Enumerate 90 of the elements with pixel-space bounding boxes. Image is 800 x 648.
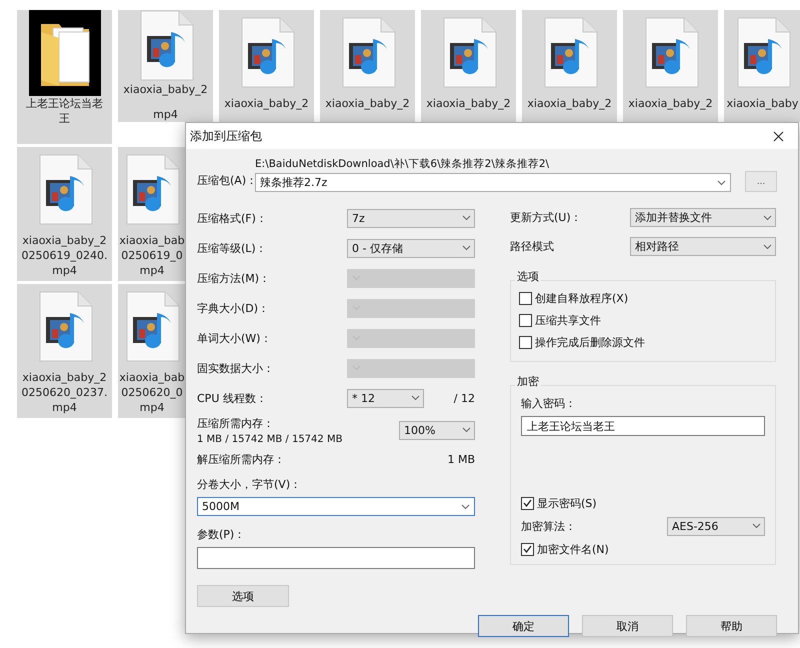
file-name: mp4 <box>140 400 164 415</box>
field-label: 固实数据大小： <box>197 360 275 376</box>
dropdown[interactable]: 0 - 仅存储 <box>347 238 475 258</box>
dropdown[interactable]: 添加并替换文件 <box>630 208 776 227</box>
checkbox[interactable]: 压缩共享文件 <box>519 309 767 331</box>
file-tile[interactable]: xiaoxia_bab 0250620_0 mp4 <box>118 284 186 418</box>
file-name: xiaoxia_baby_2 <box>22 370 107 385</box>
file-name: 王 <box>59 111 70 126</box>
field-label: 路径模式 <box>510 239 555 254</box>
file-name: xiaoxia_bab <box>119 370 185 385</box>
file-tile[interactable]: xiaoxia_baby_2 <box>421 10 516 122</box>
chevron-down-icon <box>461 504 470 510</box>
dialog-button[interactable]: 确定 <box>478 615 569 637</box>
options-button[interactable]: 选项 <box>197 585 289 607</box>
file-name: xiaoxia_baby_2 <box>628 96 713 111</box>
file-name: xiaoxia_baby_2 <box>426 96 511 111</box>
file-name: 0250620_0 <box>121 385 183 400</box>
dropdown[interactable]: * 12 <box>347 388 424 408</box>
field-label: CPU 线程数： <box>197 390 268 406</box>
field-label: 输入密码： <box>521 396 577 411</box>
dropdown[interactable]: 相对路径 <box>630 237 776 256</box>
parameters-field[interactable] <box>197 547 475 569</box>
check-icon <box>523 499 532 507</box>
file-tile[interactable]: xiaoxia_baby <box>724 10 800 122</box>
file-name: mp4 <box>52 400 77 415</box>
chevron-down-icon <box>763 214 772 220</box>
chevron-down-icon <box>462 245 471 251</box>
dropdown[interactable]: AES-256 <box>667 516 765 536</box>
dialog-button[interactable]: 取消 <box>582 615 673 637</box>
chevron-down-icon <box>763 244 772 250</box>
check-icon <box>523 545 532 553</box>
chevron-down-icon <box>462 215 471 221</box>
file-name: 上老王论坛当老 <box>26 96 103 111</box>
checkbox[interactable]: 创建自释放程序(X) <box>519 287 767 309</box>
file-tile[interactable]: xiaoxia_baby_2 <box>522 10 617 122</box>
dropdown[interactable]: 100% <box>399 420 475 440</box>
close-icon <box>772 130 784 142</box>
file-name: 0250620_0237. <box>22 385 108 400</box>
field-label: 字典大小(D)： <box>197 300 270 316</box>
field-label: 压缩方法(M)： <box>197 270 272 286</box>
field-label: 更新方式(U)： <box>510 210 583 225</box>
archive-path: E:\BaiduNetdiskDownload\补\下载6\辣条推荐2\辣条推荐2\ <box>255 157 550 171</box>
file-name: 0250619_0 <box>121 248 183 263</box>
file-name: mp4 <box>140 263 164 278</box>
window-title: 添加到压缩包 <box>190 128 262 144</box>
chevron-down-icon <box>752 523 761 529</box>
file-tile[interactable]: xiaoxia_baby_2 0250620_0237. mp4 <box>17 284 112 418</box>
file-tile[interactable]: 上老王论坛当老 王 <box>17 10 112 144</box>
volume-size-field[interactable]: 5000M <box>197 497 475 516</box>
file-name: xiaoxia_baby_2 <box>224 96 309 111</box>
dropdown[interactable]: 7z <box>347 208 475 228</box>
password-field[interactable]: 上老王论坛当老王 <box>521 416 765 436</box>
chevron-down-icon <box>717 180 726 186</box>
file-tile[interactable]: xiaoxia_baby_2 <box>320 10 415 122</box>
field-label: 分卷大小，字节(V)： <box>197 477 302 492</box>
group-title: 加密 <box>515 374 541 389</box>
checkbox[interactable]: 操作完成后删除源文件 <box>519 331 767 353</box>
checkbox[interactable]: 加密文件名(N) <box>521 538 765 560</box>
file-name: xiaoxia_baby_2 <box>123 82 208 97</box>
archive-name-field[interactable]: 辣条推荐2.7z <box>255 173 731 192</box>
file-name: xiaoxia_baby_2 <box>22 233 107 248</box>
field-label: 压缩格式(F)： <box>197 210 268 226</box>
thread-max: / 12 <box>454 392 475 404</box>
group-title: 选项 <box>515 269 541 284</box>
file-name: xiaoxia_baby_2 <box>527 96 612 111</box>
file-name: mp4 <box>153 107 178 122</box>
field-label: 压缩包(A)： <box>197 173 255 188</box>
field-label: 压缩等级(L)： <box>197 240 268 256</box>
field-label: 解压缩所需内存： <box>197 452 285 466</box>
file-name: xiaoxia_baby <box>726 96 798 111</box>
checkbox[interactable]: 显示密码(S) <box>521 492 765 514</box>
field-label: 单词大小(W)： <box>197 330 272 346</box>
file-tile[interactable]: xiaoxia_baby_2 mp4 <box>118 10 213 122</box>
file-name: 0250619_0240. <box>22 248 108 263</box>
browse-button[interactable]: ... <box>745 171 777 192</box>
memory-value: 1 MB <box>447 452 475 466</box>
chevron-down-icon <box>411 395 420 401</box>
field-label: 加密算法： <box>521 518 577 534</box>
field-label: 参数(P)： <box>197 527 246 542</box>
file-tile[interactable]: xiaoxia_baby_2 <box>623 10 718 122</box>
file-name: mp4 <box>52 263 77 278</box>
field-label: 压缩所需内存： <box>197 416 275 430</box>
chevron-down-icon <box>462 427 471 433</box>
file-tile[interactable]: xiaoxia_baby_2 0250619_0240. mp4 <box>17 147 112 281</box>
file-tile[interactable]: xiaoxia_bab 0250619_0 mp4 <box>118 147 186 281</box>
dialog-button[interactable]: 帮助 <box>686 615 777 637</box>
memory-detail: 1 MB / 15742 MB / 15742 MB <box>197 434 344 444</box>
file-name: xiaoxia_baby_2 <box>325 96 410 111</box>
file-tile[interactable]: xiaoxia_baby_2 <box>219 10 314 122</box>
file-name: xiaoxia_bab <box>119 233 185 248</box>
